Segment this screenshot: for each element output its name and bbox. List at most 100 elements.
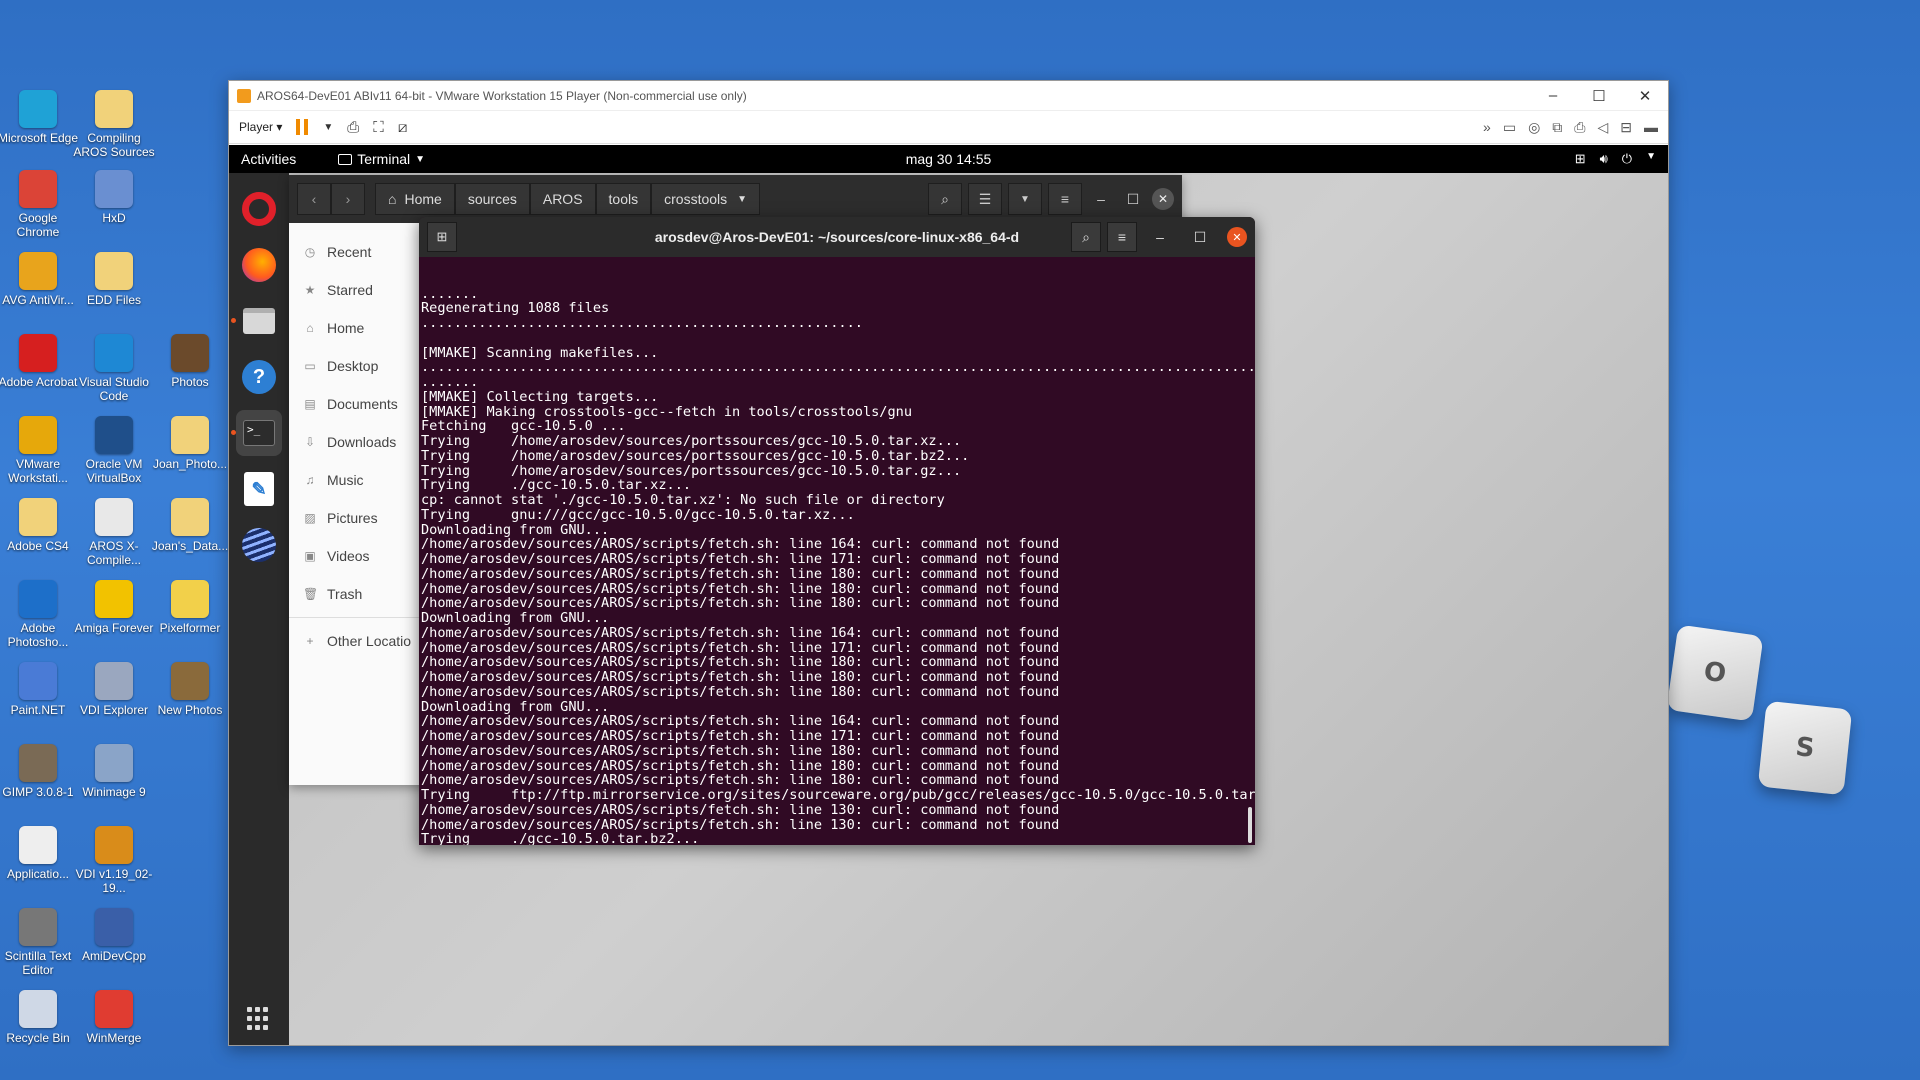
sidebar-item-desktop[interactable]: ▭ Desktop (289, 347, 419, 385)
desktop-shortcut[interactable]: Microsoft Edge (0, 90, 80, 145)
desktop-shortcut[interactable]: AROS X-Compile... (72, 498, 156, 567)
sidebar-item-documents[interactable]: ▤ Documents (289, 385, 419, 423)
terminal-line: Trying ./gcc-10.5.0.tar.bz2... (421, 831, 700, 845)
maximize-button[interactable]: ☐ (1120, 191, 1146, 208)
app-menu-button[interactable]: Terminal ▼ (338, 151, 425, 167)
message-log-icon[interactable]: ▬ (1644, 119, 1658, 136)
desktop-shortcut[interactable]: Joan's_Data... (148, 498, 232, 553)
show-applications-icon[interactable] (247, 1007, 271, 1031)
player-menu-button[interactable]: Player ▾ (239, 120, 282, 134)
close-button[interactable]: ✕ (1622, 87, 1668, 105)
back-button[interactable]: ‹ (297, 183, 331, 215)
crumb-crosstools[interactable]: crosstools ▼ (651, 183, 761, 215)
firefox-icon[interactable] (236, 242, 282, 288)
view-list-button[interactable]: ☰ (968, 183, 1002, 215)
text-editor-icon[interactable]: ✎ (236, 466, 282, 512)
desktop-shortcut[interactable]: Scintilla Text Editor (0, 908, 80, 977)
dropdown-chevron-icon[interactable]: ▼ (323, 122, 333, 133)
desktop-shortcut[interactable]: Compiling AROS Sources (72, 90, 156, 159)
minimize-button[interactable]: – (1143, 229, 1177, 245)
desktop-shortcut[interactable]: EDD Files (72, 252, 156, 307)
printer-icon[interactable]: ⎙ (1574, 119, 1585, 136)
send-ctrl-alt-del-icon[interactable]: ⎙ (347, 119, 359, 136)
avg-icon (19, 252, 57, 290)
terminal-line: Trying /home/arosdev/sources/portssource… (421, 433, 962, 449)
desktop-shortcut[interactable]: WinMerge (72, 990, 156, 1045)
files-menu-button[interactable]: ≡ (1048, 183, 1082, 215)
globe-app-icon[interactable] (236, 522, 282, 568)
hard-disk-icon[interactable]: ▭ (1503, 119, 1516, 136)
desktop-shortcut[interactable]: Applicatio... (0, 826, 80, 881)
desktop-shortcut[interactable]: New Photos (148, 662, 232, 717)
desktop-shortcut[interactable]: Winimage 9 (72, 744, 156, 799)
desktop-shortcut[interactable]: Adobe Photosho... (0, 580, 80, 649)
pictures-icon: ▨ (304, 511, 316, 525)
minimize-button[interactable]: – (1088, 191, 1114, 207)
close-button[interactable]: ✕ (1227, 227, 1247, 247)
desktop-shortcut[interactable]: AVG AntiVir... (0, 252, 80, 307)
activities-button[interactable]: Activities (241, 151, 296, 167)
desktop-shortcut[interactable]: VDI v1.19_02-19... (72, 826, 156, 895)
sidebar-item-starred[interactable]: ★ Starred (289, 271, 419, 309)
desktop-shortcut[interactable]: VMware Workstati... (0, 416, 80, 485)
cd-drive-icon[interactable]: ◎ (1528, 119, 1540, 136)
terminal-line: Fetching gcc-10.5.0 ... (421, 418, 626, 435)
sound-card-icon[interactable]: ◁ (1597, 119, 1608, 136)
desktop-shortcut[interactable]: Photos (148, 334, 232, 389)
system-tray[interactable]: ⊞ 🔊︎ ⏻ ▼ (1575, 151, 1656, 167)
desktop-shortcut[interactable]: AmiDevCpp (72, 908, 156, 963)
terminal-scrollbar[interactable] (1248, 807, 1252, 843)
maximize-button[interactable]: ☐ (1183, 229, 1217, 246)
forward-icon[interactable]: » (1483, 119, 1491, 136)
desktop-shortcut[interactable]: Google Chrome (0, 170, 80, 239)
desktop-shortcut[interactable]: Adobe Acrobat (0, 334, 80, 389)
sidebar-item-home[interactable]: ⌂ Home (289, 309, 419, 347)
search-button[interactable]: ⌕ (1071, 222, 1101, 252)
document-icon (19, 826, 57, 864)
crumb-home[interactable]: ⌂ Home (375, 183, 455, 215)
desktop-shortcut[interactable]: Pixelformer (148, 580, 232, 635)
desktop-shortcut[interactable]: GIMP 3.0.8-1 (0, 744, 80, 799)
desktop-shortcut[interactable]: Adobe CS4 (0, 498, 80, 553)
terminal-output[interactable]: ....... Regenerating 1088 files..........… (419, 257, 1255, 845)
minimize-button[interactable]: – (1530, 87, 1576, 105)
crumb-aros[interactable]: AROS (529, 183, 596, 215)
view-options-button[interactable]: ▼ (1008, 183, 1042, 215)
opera-icon[interactable] (236, 186, 282, 232)
maximize-button[interactable]: ☐ (1576, 87, 1622, 105)
desktop-shortcut[interactable]: Recycle Bin (0, 990, 80, 1045)
unity-icon[interactable]: ⧄ (398, 119, 408, 136)
sidebar-item-trash[interactable]: 🗑︎ Trash (289, 575, 419, 613)
desktop-shortcut[interactable]: VDI Explorer (72, 662, 156, 717)
usb-icon[interactable]: ⊟ (1620, 119, 1632, 136)
clock[interactable]: mag 30 14:55 (906, 151, 992, 167)
close-button[interactable]: ✕ (1152, 188, 1174, 210)
edge-icon (19, 90, 57, 128)
new-tab-button[interactable]: ⊞ (427, 222, 457, 252)
sidebar-item-downloads[interactable]: ⇩ Downloads (289, 423, 419, 461)
sidebar-item-videos[interactable]: ▣ Videos (289, 537, 419, 575)
pause-icon[interactable] (296, 119, 309, 135)
terminal-dock-icon[interactable]: >_ (231, 410, 282, 456)
files-icon[interactable] (231, 298, 282, 344)
network-adapter-icon[interactable]: ⧉ (1552, 119, 1562, 136)
help-icon[interactable]: ? (236, 354, 282, 400)
sidebar-item-pictures[interactable]: ▨ Pictures (289, 499, 419, 537)
fullscreen-icon[interactable]: ⛶ (373, 119, 384, 136)
folder-icon (95, 252, 133, 290)
desktop-shortcut[interactable]: HxD (72, 170, 156, 225)
guest-screen[interactable]: Activities Terminal ▼ mag 30 14:55 ⊞ 🔊︎ … (229, 145, 1668, 1045)
terminal-menu-button[interactable]: ≡ (1107, 222, 1137, 252)
desktop-shortcut[interactable]: Visual Studio Code (72, 334, 156, 403)
sidebar-item-music[interactable]: ♫ Music (289, 461, 419, 499)
forward-button[interactable]: › (331, 183, 365, 215)
desktop-shortcut[interactable]: Oracle VM VirtualBox (72, 416, 156, 485)
desktop-shortcut[interactable]: Amiga Forever (72, 580, 156, 635)
sidebar-item-other-locations[interactable]: + Other Locatio (289, 622, 419, 660)
desktop-shortcut[interactable]: Paint.NET (0, 662, 80, 717)
crumb-tools[interactable]: tools (595, 183, 652, 215)
search-button[interactable]: ⌕ (928, 183, 962, 215)
crumb-sources[interactable]: sources (454, 183, 530, 215)
desktop-shortcut[interactable]: Joan_Photo... (148, 416, 232, 471)
sidebar-item-recent[interactable]: ◷ Recent (289, 233, 419, 271)
